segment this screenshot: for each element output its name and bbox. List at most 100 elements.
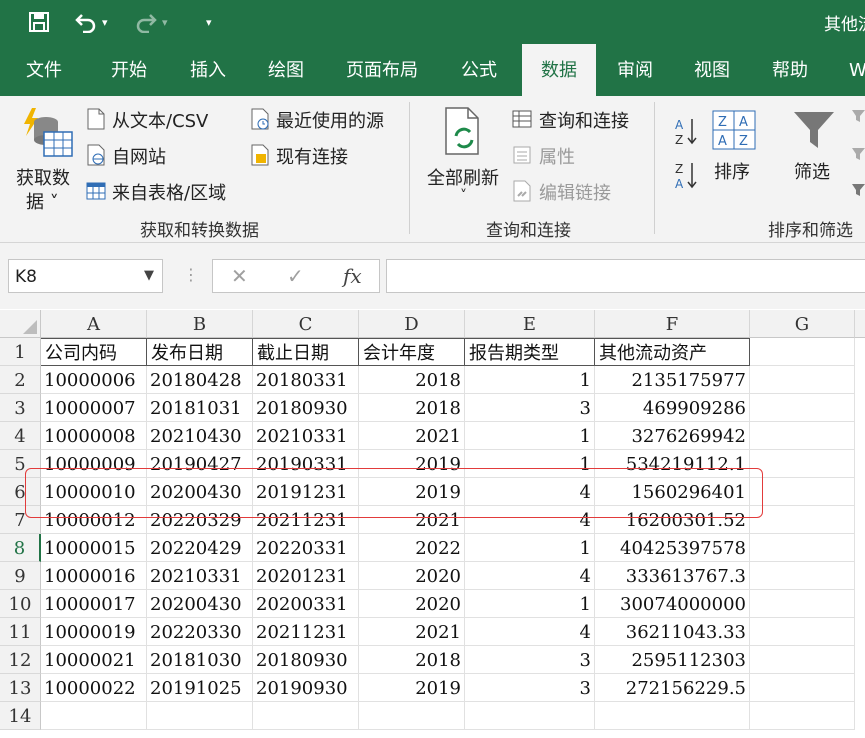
worksheet-grid[interactable]: A B C D E F G 1 2 3 4 5 6 7 8 9 10 11 12 13 14 公司内码 发布日期 截止日期 会计… bbox=[0, 310, 865, 738]
header-cell[interactable]: 报告期类型 bbox=[465, 338, 595, 366]
table-cell[interactable]: 20190331 bbox=[253, 450, 359, 478]
table-cell[interactable]: 20180331 bbox=[253, 366, 359, 394]
table-cell[interactable]: 534219112.1 bbox=[595, 450, 750, 478]
table-cell[interactable]: 1 bbox=[465, 366, 595, 394]
table-cell[interactable] bbox=[750, 422, 855, 450]
column-header[interactable]: D bbox=[359, 310, 465, 338]
row-header[interactable]: 3 bbox=[0, 394, 41, 422]
row-header[interactable]: 1 bbox=[0, 338, 41, 366]
table-cell[interactable]: 40425397578 bbox=[595, 534, 750, 562]
from-web-button[interactable]: 自网站 bbox=[112, 143, 166, 169]
table-cell[interactable]: 20191025 bbox=[147, 674, 253, 702]
column-header[interactable]: A bbox=[41, 310, 147, 338]
sort-descending-icon[interactable]: Z A bbox=[673, 160, 699, 190]
table-cell[interactable]: 20211231 bbox=[253, 506, 359, 534]
row-header[interactable]: 4 bbox=[0, 422, 41, 450]
undo-icon[interactable]: ▾ bbox=[74, 9, 108, 35]
row-header[interactable]: 8 bbox=[0, 534, 41, 562]
undo-dropdown-icon[interactable]: ▾ bbox=[102, 16, 108, 29]
table-cell[interactable]: 469909286 bbox=[595, 394, 750, 422]
table-cell[interactable] bbox=[750, 394, 855, 422]
table-cell[interactable]: 3 bbox=[465, 674, 595, 702]
row-header[interactable]: 11 bbox=[0, 618, 41, 646]
queries-connections-button[interactable]: 查询和连接 bbox=[539, 107, 629, 133]
header-cell[interactable]: 截止日期 bbox=[253, 338, 359, 366]
advanced-filter-icons[interactable] bbox=[850, 108, 865, 198]
table-cell[interactable] bbox=[750, 478, 855, 506]
filter-button[interactable]: 筛选 bbox=[788, 106, 842, 196]
row-header[interactable]: 7 bbox=[0, 506, 41, 534]
table-cell[interactable]: 2021 bbox=[359, 506, 465, 534]
table-cell[interactable] bbox=[750, 702, 855, 730]
table-cell[interactable] bbox=[147, 702, 253, 730]
column-header[interactable]: C bbox=[253, 310, 359, 338]
table-cell[interactable]: 2019 bbox=[359, 674, 465, 702]
table-cell[interactable] bbox=[750, 366, 855, 394]
table-cell[interactable] bbox=[750, 534, 855, 562]
save-icon[interactable] bbox=[28, 9, 50, 35]
table-cell[interactable]: 10000021 bbox=[41, 646, 147, 674]
table-cell[interactable]: 2020 bbox=[359, 590, 465, 618]
row-header[interactable]: 2 bbox=[0, 366, 41, 394]
table-cell[interactable]: 20190930 bbox=[253, 674, 359, 702]
row-header[interactable]: 13 bbox=[0, 674, 41, 702]
table-cell[interactable]: 20180930 bbox=[253, 394, 359, 422]
table-cell[interactable]: 20201231 bbox=[253, 562, 359, 590]
tab-insert[interactable]: 插入 bbox=[190, 44, 226, 96]
tab-data[interactable]: 数据 bbox=[522, 44, 596, 96]
row-header[interactable]: 10 bbox=[0, 590, 41, 618]
from-text-csv-button[interactable]: 从文本/CSV bbox=[112, 107, 208, 133]
table-cell[interactable]: 20180428 bbox=[147, 366, 253, 394]
table-cell[interactable]: 10000019 bbox=[41, 618, 147, 646]
table-cell[interactable]: 20190427 bbox=[147, 450, 253, 478]
table-cell[interactable] bbox=[41, 702, 147, 730]
sort-button[interactable]: Z A A Z 排序 bbox=[706, 106, 766, 196]
table-cell[interactable]: 2018 bbox=[359, 394, 465, 422]
table-cell[interactable]: 20220329 bbox=[147, 506, 253, 534]
column-header[interactable]: E bbox=[465, 310, 595, 338]
table-cell[interactable] bbox=[750, 506, 855, 534]
table-cell[interactable] bbox=[750, 562, 855, 590]
tab-file[interactable]: 文件 bbox=[26, 44, 62, 96]
header-cell[interactable]: 其他流动资产 bbox=[595, 338, 750, 366]
table-cell[interactable]: 10000017 bbox=[41, 590, 147, 618]
table-cell[interactable]: 10000009 bbox=[41, 450, 147, 478]
properties-button[interactable]: 属性 bbox=[539, 143, 575, 169]
from-table-button[interactable]: 来自表格/区域 bbox=[112, 179, 226, 205]
table-cell[interactable]: 1 bbox=[465, 422, 595, 450]
refresh-all-button[interactable]: 全部刷新 ˅ bbox=[420, 102, 508, 212]
table-cell[interactable]: 2021 bbox=[359, 618, 465, 646]
column-header[interactable] bbox=[855, 310, 865, 338]
table-cell[interactable]: 10000007 bbox=[41, 394, 147, 422]
table-cell[interactable]: 20211231 bbox=[253, 618, 359, 646]
table-cell[interactable]: 10000008 bbox=[41, 422, 147, 450]
enter-icon[interactable]: ✓ bbox=[287, 264, 304, 288]
table-cell[interactable]: 3276269942 bbox=[595, 422, 750, 450]
table-cell[interactable] bbox=[595, 702, 750, 730]
tab-page-layout[interactable]: 页面布局 bbox=[346, 44, 418, 96]
table-cell[interactable]: 20210331 bbox=[253, 422, 359, 450]
table-cell[interactable]: 3 bbox=[465, 394, 595, 422]
table-cell[interactable]: 10000022 bbox=[41, 674, 147, 702]
insert-function-icon[interactable]: fx bbox=[343, 264, 362, 288]
tab-home[interactable]: 开始 bbox=[111, 44, 147, 96]
table-cell[interactable]: 2135175977 bbox=[595, 366, 750, 394]
tab-view[interactable]: 视图 bbox=[694, 44, 730, 96]
row-header[interactable]: 12 bbox=[0, 646, 41, 674]
table-cell[interactable]: 2022 bbox=[359, 534, 465, 562]
table-cell[interactable]: 1 bbox=[465, 534, 595, 562]
table-cell[interactable]: 4 bbox=[465, 478, 595, 506]
table-cell[interactable]: 2018 bbox=[359, 366, 465, 394]
table-cell[interactable] bbox=[750, 618, 855, 646]
table-cell[interactable]: 10000012 bbox=[41, 506, 147, 534]
edit-links-button[interactable]: 编辑链接 bbox=[539, 179, 611, 205]
cancel-icon[interactable]: ✕ bbox=[231, 264, 248, 288]
table-cell[interactable]: 30074000000 bbox=[595, 590, 750, 618]
table-cell[interactable] bbox=[750, 590, 855, 618]
row-header[interactable]: 6 bbox=[0, 478, 41, 506]
existing-connections-button[interactable]: 现有连接 bbox=[276, 143, 348, 169]
tab-review[interactable]: 审阅 bbox=[617, 44, 653, 96]
table-cell[interactable] bbox=[465, 702, 595, 730]
tab-more[interactable]: W bbox=[849, 44, 865, 96]
table-cell[interactable]: 4 bbox=[465, 618, 595, 646]
